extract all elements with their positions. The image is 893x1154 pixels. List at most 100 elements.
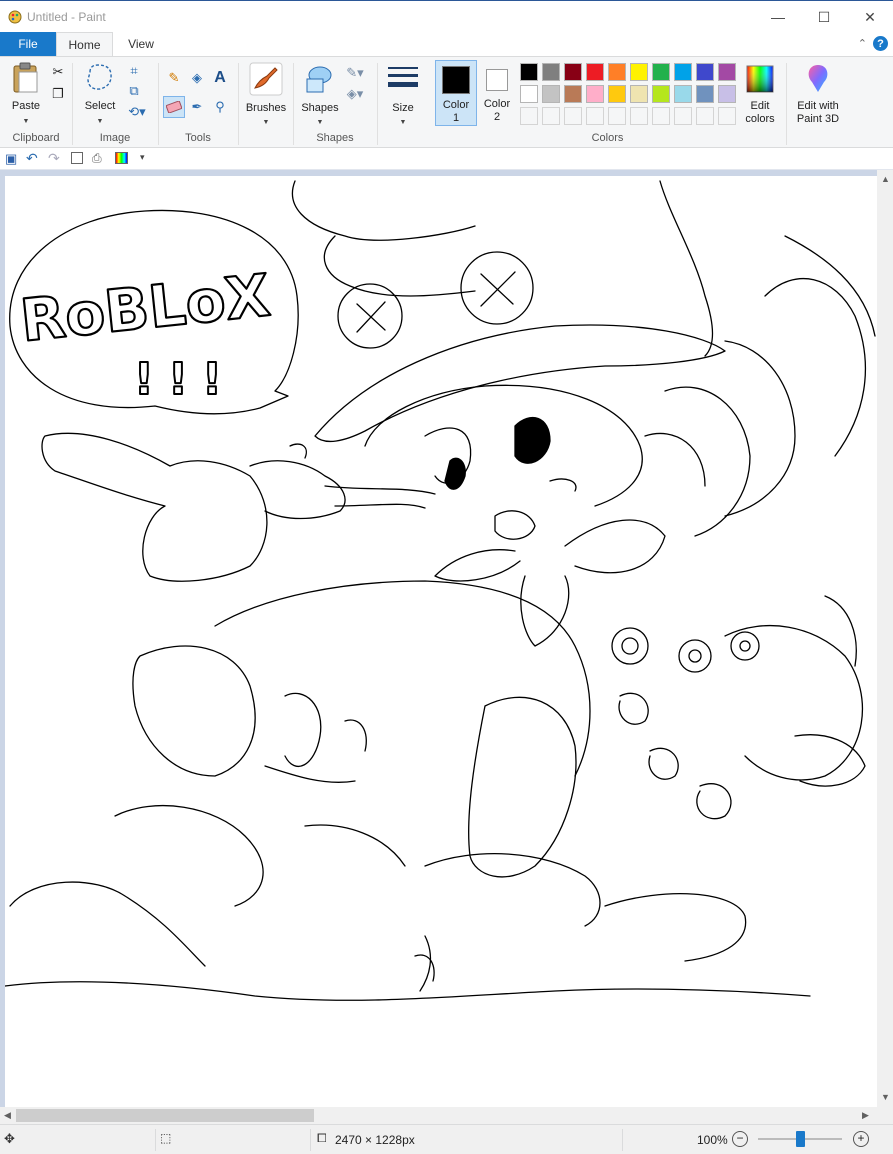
shapes-button[interactable]: Shapes ▼: [298, 60, 342, 128]
palette-swatch[interactable]: [630, 85, 648, 103]
status-separator: [155, 1129, 156, 1151]
palette-swatch[interactable]: [564, 85, 582, 103]
palette-swatch[interactable]: [564, 63, 582, 81]
palette-swatch[interactable]: [630, 63, 648, 81]
color1-button[interactable]: Color 1: [435, 60, 477, 126]
cut-icon[interactable]: ✂: [49, 63, 67, 81]
roblox-text: RoBLoX: [17, 261, 273, 355]
palette-swatch[interactable]: [674, 85, 692, 103]
minimize-button[interactable]: —: [755, 1, 801, 33]
ribbon-home: Paste ▼ ✂ ❐ Clipboard Select ▼ ⌗ ⧉ ⟲▾ Im…: [0, 56, 893, 148]
select-button[interactable]: Select ▼: [80, 60, 120, 128]
hat-button-right: [460, 251, 534, 325]
brush-icon: [249, 62, 283, 96]
palette-swatch[interactable]: [608, 63, 626, 81]
status-bar: ✥ ⬚ ⧠ 2470 × 1228px 100% − +: [0, 1124, 893, 1154]
redo-icon[interactable]: ↷: [48, 150, 60, 167]
custom-color-slot[interactable]: [696, 107, 714, 125]
close-button[interactable]: ✕: [847, 1, 893, 33]
line-art-drawing: RoBLoX !!!: [5, 180, 876, 1001]
palette-swatch[interactable]: [674, 63, 692, 81]
image-size-icon: ⧠: [317, 1131, 327, 1145]
custom-color-slot[interactable]: [652, 107, 670, 125]
palette-swatch[interactable]: [586, 63, 604, 81]
new-icon[interactable]: [71, 152, 83, 164]
fill-icon[interactable]: ◈: [188, 69, 206, 87]
color-picker-icon[interactable]: ✒: [188, 98, 206, 116]
custom-color-slot[interactable]: [630, 107, 648, 125]
palette-swatch[interactable]: [696, 85, 714, 103]
drawing-canvas[interactable]: RoBLoX !!!: [5, 176, 877, 1107]
palette-swatch[interactable]: [542, 63, 560, 81]
palette-swatch[interactable]: [696, 63, 714, 81]
crop-icon[interactable]: ⌗: [125, 62, 143, 80]
zoom-slider-thumb[interactable]: [796, 1131, 805, 1147]
custom-color-slot[interactable]: [520, 107, 538, 125]
tab-home[interactable]: Home: [56, 32, 113, 56]
edit-colors-quick-icon[interactable]: [115, 152, 128, 164]
palette-swatch[interactable]: [542, 85, 560, 103]
print-preview-icon[interactable]: ⎙: [92, 151, 102, 166]
shapes-dropdown-icon: ▼: [316, 119, 324, 126]
colors-group-label: Colors: [591, 132, 624, 144]
edit-colors-icon: [746, 65, 774, 93]
magnifier-icon[interactable]: ⚲: [211, 98, 229, 116]
title-bar: Untitled - Paint — ☐ ✕: [0, 0, 893, 32]
outline-icon[interactable]: ✎▾: [344, 64, 366, 82]
custom-color-slot[interactable]: [674, 107, 692, 125]
scroll-left-icon[interactable]: ◀: [4, 1110, 11, 1121]
text-icon[interactable]: A: [211, 69, 229, 87]
paint-app-icon: [8, 10, 22, 24]
custom-color-slot[interactable]: [564, 107, 582, 125]
edit-with-paint3d-button[interactable]: Edit with Paint 3D: [790, 60, 846, 128]
custom-color-slot[interactable]: [586, 107, 604, 125]
pencil-icon[interactable]: ✎: [165, 69, 183, 87]
save-icon[interactable]: ▣: [5, 151, 17, 167]
palette-swatch[interactable]: [608, 85, 626, 103]
palette-swatch[interactable]: [652, 63, 670, 81]
custom-color-slot[interactable]: [718, 107, 736, 125]
fill-shape-icon[interactable]: ◈▾: [344, 85, 366, 103]
custom-color-slot[interactable]: [542, 107, 560, 125]
scroll-right-icon[interactable]: ▶: [862, 1110, 869, 1121]
color1-label-line2: 1: [452, 112, 460, 124]
group-separator: [786, 63, 787, 145]
undo-icon[interactable]: ↶: [26, 150, 38, 167]
palette-swatch[interactable]: [520, 85, 538, 103]
collapse-ribbon-icon[interactable]: ⌃: [858, 37, 867, 50]
scroll-up-icon[interactable]: ▲: [881, 174, 890, 184]
palette-swatch[interactable]: [718, 63, 736, 81]
eraser-icon[interactable]: [163, 96, 185, 118]
selection-size-icon: ⬚: [160, 1131, 172, 1145]
color2-label-line1: Color: [483, 98, 511, 110]
tab-file[interactable]: File: [0, 32, 56, 56]
zoom-in-button[interactable]: +: [853, 1131, 869, 1147]
vertical-scrollbar[interactable]: ▲ ▼: [877, 170, 893, 1107]
palette-swatch[interactable]: [652, 85, 670, 103]
palette-swatch[interactable]: [520, 63, 538, 81]
rotate-icon[interactable]: ⟲▾: [125, 103, 149, 121]
scroll-down-icon[interactable]: ▼: [881, 1092, 890, 1102]
help-icon[interactable]: ?: [873, 36, 888, 51]
copy-icon[interactable]: ❐: [49, 85, 67, 103]
paste-button[interactable]: Paste ▼: [6, 60, 46, 128]
palette-swatch[interactable]: [586, 85, 604, 103]
horizontal-scrollbar[interactable]: ◀ ▶: [0, 1107, 877, 1124]
edit-colors-button[interactable]: Edit colors: [740, 60, 780, 128]
color2-button[interactable]: Color 2: [478, 60, 516, 126]
maximize-button[interactable]: ☐: [801, 1, 847, 33]
select-icon: [87, 64, 112, 90]
custom-color-slot[interactable]: [608, 107, 626, 125]
workspace: RoBLoX !!!: [0, 170, 877, 1107]
customize-toolbar-icon[interactable]: ▾: [140, 152, 145, 163]
tab-view[interactable]: View: [116, 32, 166, 56]
resize-icon[interactable]: ⧉: [125, 82, 143, 100]
horizontal-scroll-thumb[interactable]: [16, 1109, 314, 1122]
palette-swatch[interactable]: [718, 85, 736, 103]
color1-swatch: [442, 66, 470, 94]
brushes-button[interactable]: Brushes ▼: [243, 60, 289, 128]
zoom-out-button[interactable]: −: [732, 1131, 748, 1147]
size-button[interactable]: Size ▼: [382, 60, 424, 128]
zoom-percent: 100%: [697, 1133, 728, 1147]
brushes-dropdown-icon: ▼: [262, 119, 270, 126]
